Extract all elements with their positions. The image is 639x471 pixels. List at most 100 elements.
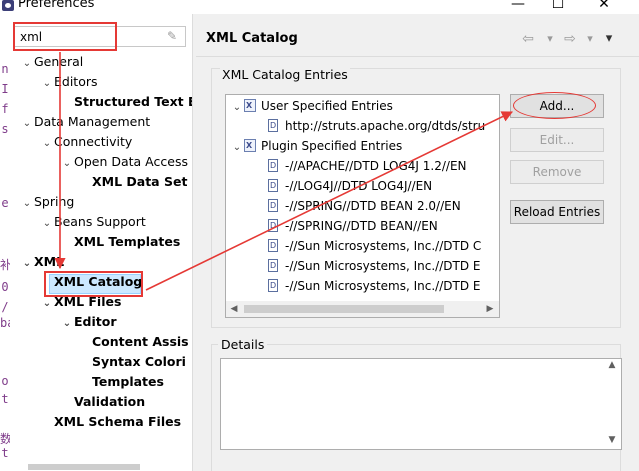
- tree-item-structured-text-e[interactable]: Structured Text E: [60, 92, 197, 112]
- dtd-document-icon: [268, 216, 278, 236]
- editor-glyph: /: [1, 300, 9, 314]
- tree-scroll-thumb[interactable]: [28, 464, 140, 470]
- expanded-chevron-icon[interactable]: ⌄: [60, 154, 74, 174]
- expanded-chevron-icon[interactable]: ⌄: [40, 294, 54, 314]
- dtd-document-icon: [268, 236, 278, 256]
- window-title: Preferences: [18, 0, 95, 11]
- tree-item-label: XML Templates: [74, 234, 181, 249]
- tree-item-label: Content Assis: [92, 334, 189, 349]
- header-separator: [196, 56, 639, 57]
- tree-item-editor[interactable]: ⌄ Editor: [60, 312, 117, 332]
- tree-item-xml[interactable]: ⌄ XML: [20, 252, 64, 272]
- scroll-right-icon[interactable]: ▶: [484, 301, 496, 317]
- catalog-entry-row[interactable]: http://struts.apache.org/dtds/stru: [268, 116, 485, 136]
- entries-scroll-thumb[interactable]: [244, 305, 444, 313]
- catalog-entries-tree[interactable]: ⌄ User Specified Entries http://struts.apa…: [225, 94, 500, 318]
- eraser-icon[interactable]: ✎: [165, 29, 179, 43]
- tree-item-label: Beans Support: [54, 214, 146, 229]
- view-menu-icon[interactable]: ▾: [602, 30, 616, 48]
- dtd-document-icon: [268, 116, 278, 136]
- editor-glyph: e: [1, 196, 9, 210]
- catalog-row-label: -//Sun Microsystems, Inc.//DTD C: [285, 239, 482, 253]
- details-label: Details: [218, 336, 268, 354]
- expanded-chevron-icon[interactable]: ⌄: [20, 114, 34, 134]
- minimize-button[interactable]: —: [508, 0, 528, 13]
- catalog-category-row[interactable]: ⌄ Plugin Specified Entries: [230, 136, 402, 156]
- catalog-entry-row[interactable]: -//Sun Microsystems, Inc.//DTD E: [268, 276, 480, 296]
- tree-item-label: Open Data Access: [74, 154, 188, 169]
- tree-item-open-data-access[interactable]: ⌄ Open Data Access: [60, 152, 188, 172]
- tree-item-label: Syntax Colori: [92, 354, 186, 369]
- app-icon: [2, 0, 14, 11]
- edit-button[interactable]: Edit...: [510, 128, 604, 152]
- tree-item-spring[interactable]: ⌄ Spring: [20, 192, 75, 214]
- tree-item-general[interactable]: ⌄ General: [20, 52, 83, 72]
- expanded-chevron-icon[interactable]: ⌄: [20, 194, 34, 214]
- filter-annotation-box: [13, 22, 117, 51]
- dtd-document-icon: [268, 176, 278, 196]
- title-bar: [0, 0, 639, 14]
- tree-item-label: XML Schema Files: [54, 414, 182, 429]
- expanded-chevron-icon[interactable]: ⌄: [40, 214, 54, 234]
- catalog-row-label: -//SPRING//DTD BEAN//EN: [285, 219, 438, 233]
- catalog-entry-row[interactable]: -//SPRING//DTD BEAN 2.0//EN: [268, 196, 461, 216]
- maximize-button[interactable]: ☐: [548, 0, 568, 13]
- tree-item-xml-data-set[interactable]: XML Data Set: [78, 172, 187, 192]
- editor-glyph: s: [1, 122, 9, 136]
- catalog-entry-row[interactable]: -//LOG4J//DTD LOG4J//EN: [268, 176, 432, 196]
- expanded-chevron-icon[interactable]: ⌄: [60, 314, 74, 334]
- catalog-entry-row[interactable]: -//SPRING//DTD BEAN//EN: [268, 216, 438, 236]
- editor-glyph: ba: [0, 316, 15, 330]
- catalog-row-label: -//Sun Microsystems, Inc.//DTD E: [285, 279, 481, 293]
- back-menu-chevron-icon[interactable]: ▾: [544, 30, 556, 48]
- expanded-chevron-icon[interactable]: ⌄: [230, 138, 244, 158]
- editor-glyph: 补: [0, 258, 13, 272]
- tree-item-label: XML: [34, 254, 65, 269]
- tree-item-xml-schema-files[interactable]: XML Schema Files: [40, 412, 181, 432]
- tree-item-beans-support[interactable]: ⌄ Beans Support: [40, 212, 146, 232]
- tree-item-label: Structured Text E: [74, 94, 197, 109]
- catalog-row-label: -//Sun Microsystems, Inc.//DTD E: [285, 259, 481, 273]
- expanded-chevron-icon[interactable]: ⌄: [20, 54, 34, 74]
- tree-item-editors[interactable]: ⌄ Editors: [40, 72, 98, 92]
- tree-item-label: Editor: [74, 314, 117, 329]
- catalog-entry-row[interactable]: -//Sun Microsystems, Inc.//DTD E: [268, 256, 480, 276]
- catalog-entry-row[interactable]: -//Sun Microsystems, Inc.//DTD C: [268, 236, 481, 256]
- catalog-entry-row[interactable]: -//APACHE//DTD LOG4J 1.2//EN: [268, 156, 467, 176]
- scroll-left-icon[interactable]: ◀: [228, 301, 240, 317]
- forward-arrow-icon[interactable]: ⇨: [562, 30, 578, 48]
- editor-glyph: o: [1, 374, 9, 388]
- remove-button[interactable]: Remove: [510, 160, 604, 184]
- catalog-folder-icon: [244, 96, 256, 116]
- editor-glyph: 数: [0, 432, 13, 446]
- tree-item-xml-templates[interactable]: XML Templates: [60, 232, 180, 252]
- expanded-chevron-icon[interactable]: ⌄: [20, 254, 34, 274]
- tree-item-templates[interactable]: Templates: [78, 372, 164, 392]
- tree-item-validation[interactable]: Validation: [60, 392, 145, 412]
- forward-menu-chevron-icon[interactable]: ▾: [584, 30, 596, 48]
- pane-sash[interactable]: [192, 14, 197, 471]
- back-arrow-icon[interactable]: ⇦: [520, 30, 536, 48]
- tree-item-content-assis[interactable]: Content Assis: [78, 332, 189, 352]
- scroll-up-icon[interactable]: ▲: [605, 359, 619, 371]
- expanded-chevron-icon[interactable]: ⌄: [40, 74, 54, 94]
- editor-glyph: f: [1, 102, 9, 116]
- page-title: XML Catalog: [206, 31, 298, 46]
- catalog-entries-label: XML Catalog Entries: [220, 66, 350, 84]
- close-button[interactable]: ✕: [594, 0, 614, 13]
- tree-item-label: Connectivity: [54, 134, 133, 149]
- expanded-chevron-icon[interactable]: ⌄: [230, 98, 244, 118]
- tree-item-data-management[interactable]: ⌄ Data Management: [20, 112, 150, 132]
- scroll-down-icon[interactable]: ▼: [605, 434, 619, 446]
- editor-glyph: t: [1, 446, 9, 460]
- dtd-document-icon: [268, 156, 278, 176]
- tree-item-syntax-colori[interactable]: Syntax Colori: [78, 352, 186, 372]
- tree-item-label: Templates: [92, 374, 164, 389]
- catalog-category-row[interactable]: ⌄ User Specified Entries: [230, 96, 393, 116]
- dtd-document-icon: [268, 276, 278, 296]
- details-text-area[interactable]: [220, 358, 622, 450]
- reload-entries-button[interactable]: Reload Entries: [510, 200, 604, 224]
- expanded-chevron-icon[interactable]: ⌄: [40, 134, 54, 154]
- tree-item-connectivity[interactable]: ⌄ Connectivity: [40, 132, 133, 154]
- tree-item-label: Data Management: [34, 114, 151, 129]
